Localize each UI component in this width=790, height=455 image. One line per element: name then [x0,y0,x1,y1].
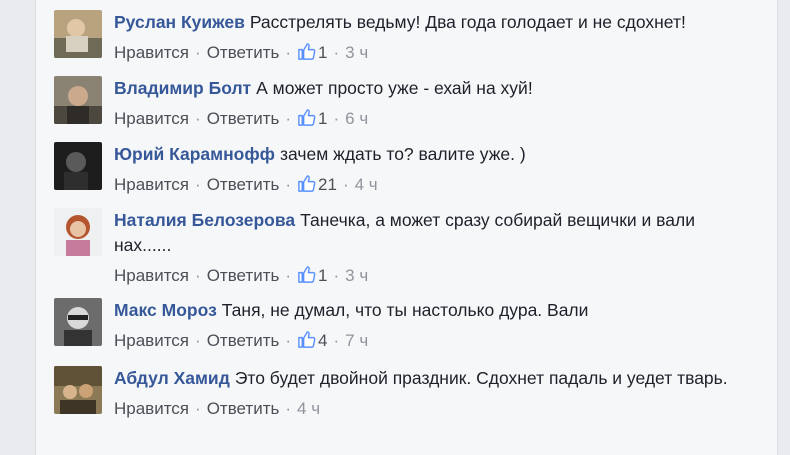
like-count[interactable]: 1 [318,43,327,62]
separator: · [195,175,201,194]
avatar[interactable] [54,10,102,58]
comment-text: Таня, не думал, что ты настолько дура. В… [221,300,589,320]
comment-actions: Нравится · Ответить · 1 · 3 ч [114,264,734,288]
comment-text-block: Наталия Белозерова Танечка, а может сразу… [114,208,734,258]
thumbs-up-icon[interactable] [297,42,316,61]
comment-author-link[interactable]: Наталия Белозерова [114,210,295,230]
avatar[interactable] [54,76,102,124]
thumbs-up-icon[interactable] [297,174,316,193]
timestamp-link[interactable]: 3 ч [345,266,368,285]
separator: · [195,331,201,350]
avatar[interactable] [54,142,102,190]
comment-actions: Нравится · Ответить · 1 · 6 ч [114,107,734,131]
separator: · [285,399,292,418]
separator: · [195,266,201,285]
comment-author-link[interactable]: Абдул Хамид [114,368,230,388]
comment-actions: Нравится · Ответить · 4 ч [114,397,734,421]
like-link[interactable]: Нравится [114,331,189,350]
comment-actions: Нравится · Ответить · 21 · 4 ч [114,173,734,197]
separator: · [333,109,340,128]
comment-author-link[interactable]: Юрий Карамнофф [114,144,275,164]
reply-link[interactable]: Ответить [207,331,280,350]
separator: · [333,331,340,350]
comment-author-link[interactable]: Владимир Болт [114,78,251,98]
comment-text: Это будет двойной праздник. Сдохнет пада… [234,368,728,388]
separator: · [285,266,292,285]
reply-link[interactable]: Ответить [207,399,280,418]
separator: · [285,109,292,128]
comment-text: А может просто уже - ехай на хуй! [256,78,533,98]
separator: · [195,43,201,62]
avatar[interactable] [54,298,102,346]
like-count[interactable]: 1 [318,266,327,285]
like-count[interactable]: 4 [318,331,327,350]
comments-panel: Руслан Куижев Расстрелять ведьму! Два год… [35,0,778,455]
comment-text-block: Юрий Карамнофф зачем ждать то? валите уже… [114,142,734,167]
like-link[interactable]: Нравится [114,266,189,285]
separator: · [195,399,201,418]
like-link[interactable]: Нравится [114,399,189,418]
thumbs-up-icon[interactable] [297,108,316,127]
comment-actions: Нравится · Ответить · 1 · 3 ч [114,41,734,65]
reply-link[interactable]: Ответить [207,43,280,62]
timestamp-link[interactable]: 4 ч [297,399,320,418]
avatar[interactable] [54,366,102,414]
separator: · [333,43,340,62]
comment-text-block: Руслан Куижев Расстрелять ведьму! Два год… [114,10,734,35]
comment-text-block: Макс Мороз Таня, не думал, что ты настоль… [114,298,734,323]
comment-text: зачем ждать то? валите уже. ) [280,144,526,164]
thumbs-up-icon[interactable] [297,330,316,349]
like-count[interactable]: 1 [318,109,327,128]
separator: · [285,175,292,194]
comment-actions: Нравится · Ответить · 4 · 7 ч [114,329,734,353]
separator: · [342,175,349,194]
timestamp-link[interactable]: 4 ч [355,175,378,194]
reply-link[interactable]: Ответить [207,266,280,285]
comment-author-link[interactable]: Руслан Куижев [114,12,245,32]
comment-text-block: Владимир Болт А может просто уже - ехай н… [114,76,734,101]
timestamp-link[interactable]: 3 ч [345,43,368,62]
separator: · [285,331,292,350]
reply-link[interactable]: Ответить [207,109,280,128]
like-count[interactable]: 21 [318,175,337,194]
comment-author-link[interactable]: Макс Мороз [114,300,217,320]
separator: · [195,109,201,128]
separator: · [333,266,340,285]
thumbs-up-icon[interactable] [297,265,316,284]
like-link[interactable]: Нравится [114,43,189,62]
like-link[interactable]: Нравится [114,109,189,128]
like-link[interactable]: Нравится [114,175,189,194]
avatar[interactable] [54,208,102,256]
timestamp-link[interactable]: 6 ч [345,109,368,128]
separator: · [285,43,292,62]
timestamp-link[interactable]: 7 ч [345,331,368,350]
comment-text: Расстрелять ведьму! Два года голодает и … [249,12,686,32]
comment-text-block: Абдул Хамид Это будет двойной праздник. С… [114,366,734,391]
reply-link[interactable]: Ответить [207,175,280,194]
